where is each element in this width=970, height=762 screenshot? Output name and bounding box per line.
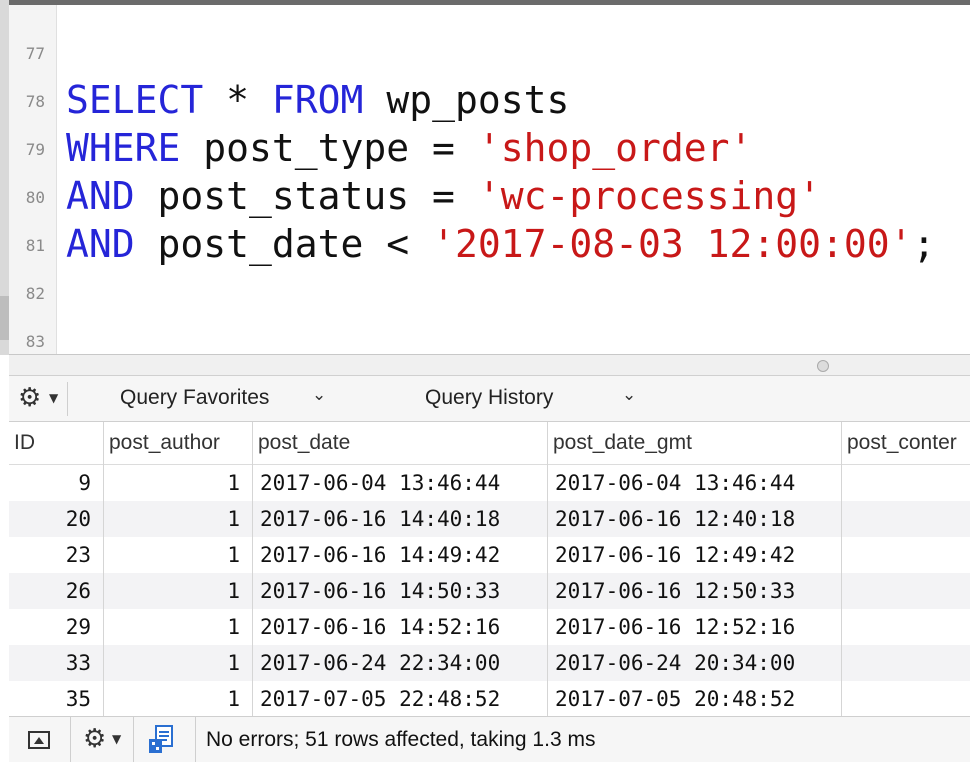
left-edge-strip [0, 0, 9, 355]
line-number: 82 [25, 284, 45, 303]
query-favorites-button[interactable]: Query Favorites [120, 386, 269, 410]
table-row[interactable]: 35 1 2017-07-05 22:48:52 2017-07-05 20:48:5… [9, 681, 970, 716]
query-log-icon [149, 725, 173, 753]
sql-text: post_status = [134, 174, 478, 218]
line-number: 78 [25, 92, 45, 111]
table-row[interactable]: 26 1 2017-06-16 14:50:33 2017-06-16 12:50:3… [9, 573, 970, 609]
table-row[interactable]: 20 1 2017-06-16 14:40:18 2017-06-16 12:40:1… [9, 501, 970, 537]
gear-icon: ⚙ [18, 383, 42, 413]
query-editor[interactable]: 7677787980818283 SELECT * FROM wp_postsW… [9, 0, 970, 354]
line-number: 80 [25, 188, 45, 207]
line-number-gutter: 7677787980818283 [9, 0, 57, 354]
sql-text: * [203, 78, 272, 122]
table-cell[interactable]: 2017-06-16 14:50:33 [253, 573, 548, 609]
left-edge-handle [0, 296, 9, 340]
sql-keyword: FROM [271, 78, 364, 122]
table-cell[interactable]: 2017-06-24 20:34:00 [548, 645, 842, 681]
query-info-button[interactable] [134, 717, 196, 762]
query-history-button[interactable]: Query History [425, 386, 553, 410]
column-header-post-date-gmt[interactable]: post_date_gmt [548, 422, 842, 465]
sql-text: ; [912, 222, 936, 266]
table-cell[interactable]: 2017-06-16 14:52:16 [253, 609, 548, 645]
table-cell[interactable]: 2017-06-16 14:40:18 [253, 501, 548, 537]
sql-keyword: WHERE [66, 126, 181, 170]
editor-top-border [9, 0, 970, 5]
table-row[interactable]: 33 1 2017-06-24 22:34:00 2017-06-24 20:34:0… [9, 645, 970, 681]
table-cell[interactable]: 2017-06-16 12:40:18 [548, 501, 842, 537]
sql-text: post_date < [134, 222, 433, 266]
sql-keyword: AND [66, 222, 135, 266]
table-cell[interactable]: 20 [9, 501, 104, 537]
code-line[interactable]: AND post_status = 'wc-processing' [66, 172, 821, 220]
column-header-post-date[interactable]: post_date [253, 422, 548, 465]
sql-string: '2017-08-03 12:00:00' [432, 222, 913, 266]
code-line[interactable]: AND post_date < '2017-08-03 12:00:00'; [66, 220, 935, 268]
status-message: No errors; 51 rows affected, taking 1.3 … [206, 728, 596, 751]
splitter-handle[interactable] [817, 360, 829, 372]
line-number: 81 [25, 236, 45, 255]
table-cell[interactable]: 2017-07-05 22:48:52 [253, 681, 548, 716]
sql-keyword: SELECT [66, 78, 204, 122]
table-cell[interactable]: 1 [104, 681, 253, 716]
chevron-down-icon[interactable]: ⌄ [622, 385, 636, 405]
status-bar: ⚙ ▼ No errors; 51 rows affected, taking … [9, 716, 970, 762]
table-cell[interactable]: 2017-06-04 13:46:44 [548, 465, 842, 501]
table-cell[interactable] [842, 573, 970, 609]
pane-splitter[interactable] [9, 354, 970, 376]
query-toolbar: ⚙ ▼ Query Favorites ⌄ Query History ⌄ [9, 376, 970, 422]
table-cell[interactable] [842, 465, 970, 501]
table-cell[interactable]: 1 [104, 465, 253, 501]
table-cell[interactable]: 2017-06-16 12:52:16 [548, 609, 842, 645]
sql-string: 'wc-processing' [477, 174, 821, 218]
table-row[interactable]: 29 1 2017-06-16 14:52:16 2017-06-16 12:52:1… [9, 609, 970, 645]
table-cell[interactable]: 2017-06-24 22:34:00 [253, 645, 548, 681]
dropdown-triangle-icon: ▼ [49, 391, 59, 405]
table-cell[interactable]: 9 [9, 465, 104, 501]
results-table: ID post_author post_date post_date_gmt p… [9, 422, 970, 716]
table-cell[interactable]: 29 [9, 609, 104, 645]
table-cell[interactable]: 33 [9, 645, 104, 681]
table-cell[interactable]: 2017-06-16 12:49:42 [548, 537, 842, 573]
gear-icon: ⚙ [83, 724, 107, 754]
table-cell[interactable]: 2017-07-05 20:48:52 [548, 681, 842, 716]
line-number: 77 [25, 44, 45, 63]
sql-text: post_type = [180, 126, 478, 170]
table-row[interactable]: 23 1 2017-06-16 14:49:42 2017-06-16 12:49:4… [9, 537, 970, 573]
line-number: 83 [25, 332, 45, 351]
chevron-down-icon[interactable]: ⌄ [312, 385, 326, 405]
table-cell[interactable] [842, 501, 970, 537]
code-line[interactable]: WHERE post_type = 'shop_order' [66, 124, 752, 172]
table-cell[interactable] [842, 609, 970, 645]
toggle-panel-button[interactable] [9, 717, 71, 762]
table-cell[interactable]: 1 [104, 537, 253, 573]
table-cell[interactable]: 1 [104, 609, 253, 645]
code-line[interactable]: SELECT * FROM wp_posts [66, 76, 569, 124]
line-number: 79 [25, 140, 45, 159]
panel-toggle-icon [28, 731, 50, 749]
column-header-id[interactable]: ID [9, 422, 104, 465]
table-cell[interactable]: 2017-06-04 13:46:44 [253, 465, 548, 501]
column-header-post-content[interactable]: post_conter [842, 422, 970, 465]
table-cell[interactable]: 2017-06-16 14:49:42 [253, 537, 548, 573]
gear-menu-button[interactable]: ⚙ ▼ [9, 382, 68, 416]
table-cell[interactable]: 1 [104, 501, 253, 537]
sql-string: 'shop_order' [477, 126, 753, 170]
table-cell[interactable] [842, 645, 970, 681]
table-cell[interactable]: 35 [9, 681, 104, 716]
table-cell[interactable]: 26 [9, 573, 104, 609]
table-cell[interactable] [842, 537, 970, 573]
dropdown-triangle-icon: ▼ [112, 732, 122, 746]
sql-text: wp_posts [363, 78, 570, 122]
table-cell[interactable]: 23 [9, 537, 104, 573]
table-header: ID post_author post_date post_date_gmt p… [9, 422, 970, 465]
status-gear-button[interactable]: ⚙ ▼ [71, 717, 134, 762]
table-cell[interactable]: 1 [104, 573, 253, 609]
table-cell[interactable]: 1 [104, 645, 253, 681]
table-cell[interactable]: 2017-06-16 12:50:33 [548, 573, 842, 609]
table-cell[interactable] [842, 681, 970, 716]
sql-keyword: AND [66, 174, 135, 218]
table-row[interactable]: 9 1 2017-06-04 13:46:44 2017-06-04 13:46:44 [9, 465, 970, 501]
column-header-post-author[interactable]: post_author [104, 422, 253, 465]
